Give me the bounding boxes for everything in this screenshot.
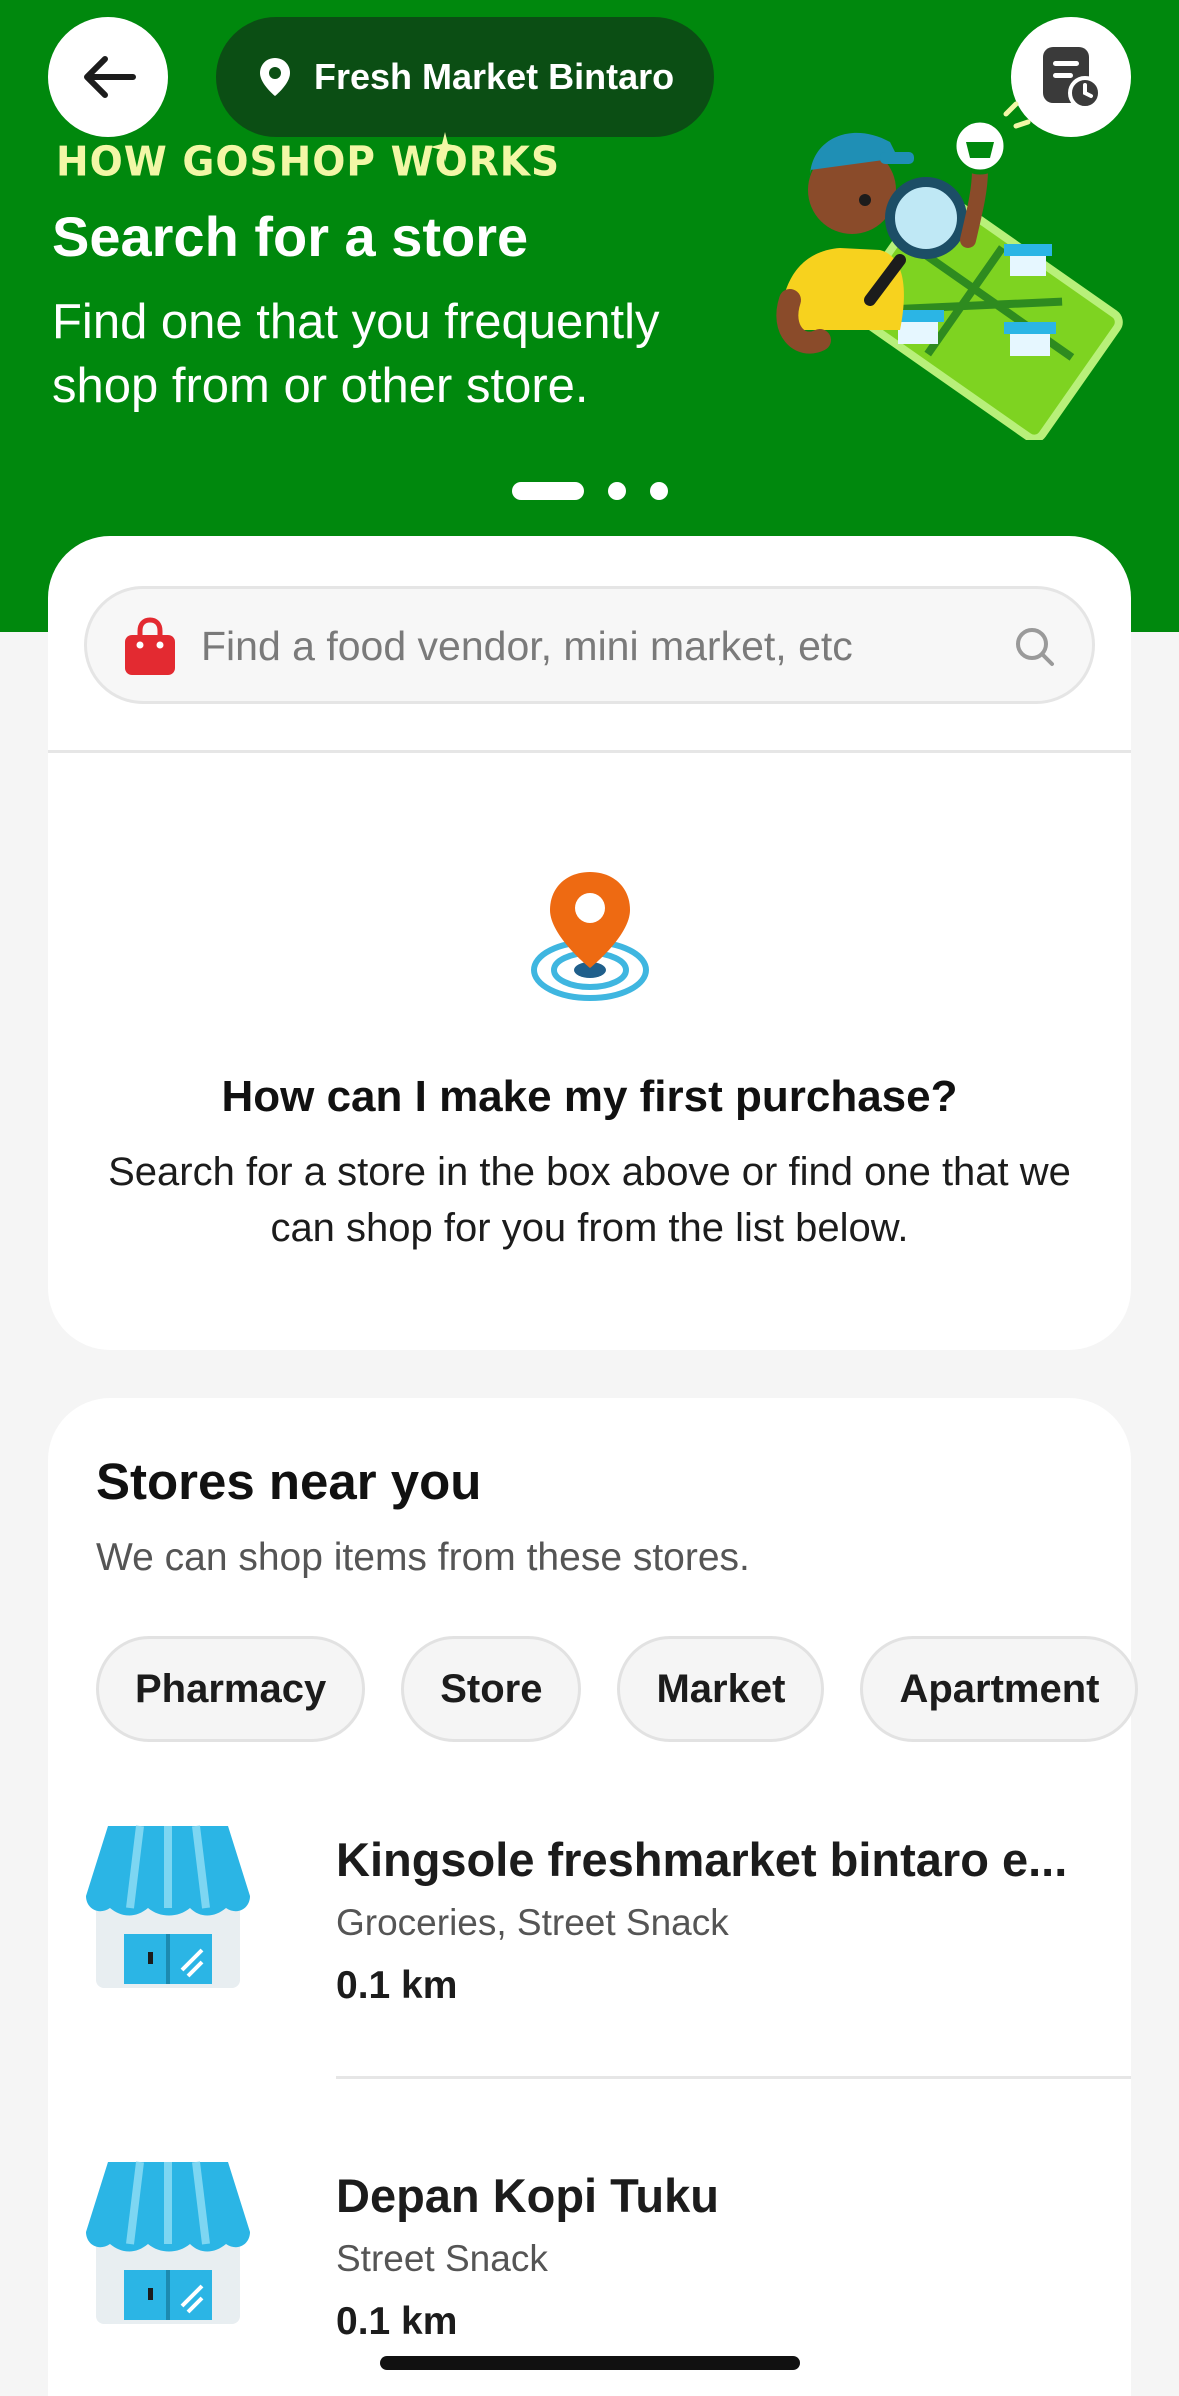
divider — [336, 2076, 1131, 2079]
chip-store[interactable]: Store — [401, 1636, 582, 1742]
store-distance: 0.1 km — [336, 2300, 458, 2343]
store-name: Kingsole freshmarket bintaro e... — [336, 1833, 1068, 1886]
location-target-icon — [531, 872, 649, 1001]
carousel-dot-active[interactable] — [512, 482, 584, 500]
carousel-dot[interactable] — [608, 482, 626, 500]
carousel-dots — [512, 482, 668, 500]
search-store-illustration-icon — [776, 101, 1123, 440]
section-subtitle: We can shop items from these stores. — [96, 1536, 750, 1579]
stores-near-you-section: Stores near you We can shop items from t… — [48, 1398, 1139, 2396]
location-name: Fresh Market Bintaro — [314, 56, 675, 97]
arrow-left-icon — [84, 56, 136, 98]
empty-state-description: Search for a store in the box above or f… — [108, 1150, 1071, 1250]
store-icon — [86, 1825, 250, 1988]
store-search-bar[interactable] — [84, 586, 1095, 704]
store-list-item[interactable]: Kingsole freshmarket bintaro e... Grocer… — [48, 1822, 1131, 2032]
store-distance: 0.1 km — [336, 1964, 458, 2007]
store-list-item[interactable]: Depan Kopi Tuku Street Snack 0.1 km — [48, 2158, 1131, 2368]
store-category: Groceries, Street Snack — [336, 1902, 729, 1943]
shopping-bag-icon — [125, 617, 175, 675]
carousel-dot[interactable] — [650, 482, 668, 500]
store-icon — [86, 2161, 250, 2324]
chip-pharmacy[interactable]: Pharmacy — [96, 1636, 366, 1742]
hero-description: Find one that you frequently shop from o… — [52, 295, 660, 413]
chip-apartment[interactable]: Apartment — [860, 1636, 1139, 1742]
location-pin-icon — [258, 56, 292, 98]
search-input[interactable] — [201, 615, 981, 677]
hero-title: Search for a store — [52, 205, 529, 268]
search-icon[interactable] — [1014, 626, 1056, 668]
sparkle-icon — [430, 132, 460, 162]
home-indicator[interactable] — [380, 2356, 800, 2370]
search-card: How can I make my first purchase? Search… — [48, 536, 1131, 1350]
store-name: Depan Kopi Tuku — [336, 2169, 719, 2222]
empty-state-title: How can I make my first purchase? — [221, 1072, 958, 1121]
category-chips: Pharmacy Store Market Apartment — [96, 1636, 1174, 1742]
back-button[interactable] — [48, 17, 168, 137]
section-title: Stores near you — [96, 1453, 482, 1510]
divider — [48, 750, 1131, 753]
chip-market[interactable]: Market — [617, 1636, 825, 1742]
location-selector[interactable]: Fresh Market Bintaro — [216, 17, 714, 137]
hero-tag: HOW GOSHOP WORKS — [56, 138, 561, 187]
store-category: Street Snack — [336, 2238, 548, 2279]
